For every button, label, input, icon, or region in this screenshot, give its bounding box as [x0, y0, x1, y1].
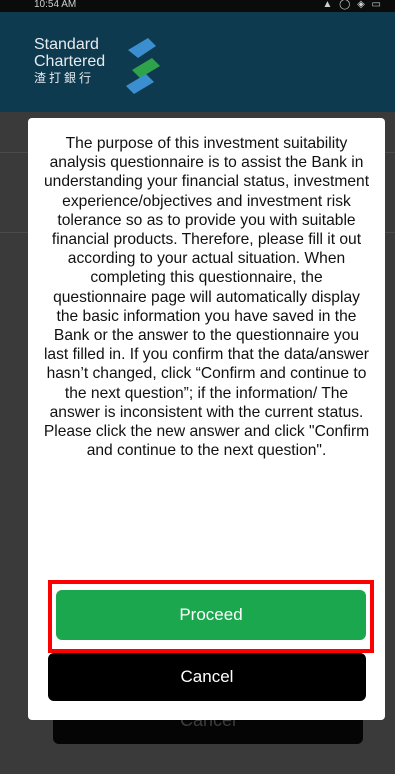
- status-time: 10:54 AM: [34, 0, 77, 10]
- system-icons: ▲ ◯ ◈ ▭: [322, 0, 383, 10]
- brand-wordmark: Standard Chartered 渣打銀行: [34, 36, 105, 87]
- proceed-highlight-box: [48, 580, 374, 653]
- cancel-button[interactable]: Cancel: [48, 653, 366, 701]
- app-header: Standard Chartered 渣打銀行: [0, 12, 395, 112]
- brand-line-2: Chartered: [34, 53, 106, 70]
- brand-line-3: 渣打銀行: [34, 71, 95, 85]
- dialog-message: The purpose of this investment suitabili…: [43, 135, 370, 460]
- standard-chartered-logo-icon: [126, 38, 160, 94]
- status-bar: 10:54 AM ▲ ◯ ◈ ▭: [0, 0, 395, 12]
- brand-line-1: Standard: [34, 36, 99, 53]
